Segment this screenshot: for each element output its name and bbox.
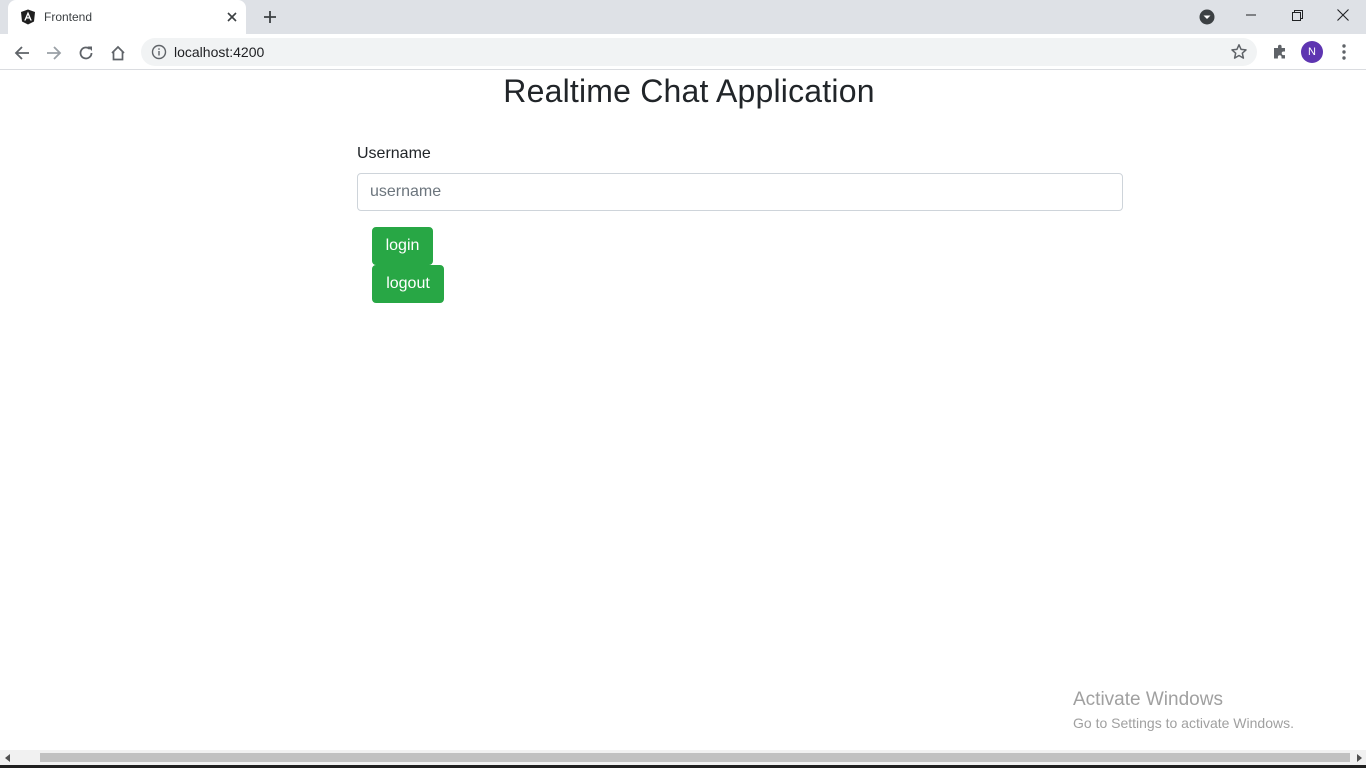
- browser-tab-active[interactable]: Frontend: [8, 0, 246, 34]
- window-close-button[interactable]: [1320, 0, 1366, 30]
- back-button[interactable]: [10, 41, 34, 65]
- more-vert-icon: [1342, 44, 1346, 60]
- activate-windows-watermark: Activate Windows Go to Settings to activ…: [1073, 689, 1294, 731]
- tab-strip: Frontend: [0, 0, 1366, 34]
- username-input[interactable]: [357, 173, 1123, 211]
- bookmark-star-icon[interactable]: [1230, 43, 1248, 61]
- tab-title: Frontend: [44, 10, 93, 24]
- tab-search-icon[interactable]: [1198, 8, 1216, 26]
- browser-toolbar: localhost:4200 N: [0, 34, 1366, 70]
- profile-avatar[interactable]: N: [1301, 41, 1323, 63]
- page-title: Realtime Chat Application: [503, 73, 875, 109]
- home-icon: [111, 45, 125, 61]
- extensions-puzzle-icon[interactable]: [1270, 42, 1290, 62]
- reload-button[interactable]: [74, 41, 98, 65]
- tab-close-button[interactable]: [224, 9, 240, 25]
- activate-windows-subtitle: Go to Settings to activate Windows.: [1073, 715, 1294, 731]
- kebab-menu-icon[interactable]: [1336, 42, 1352, 62]
- minimize-icon: [1246, 14, 1256, 16]
- plus-icon: [264, 11, 276, 23]
- url-text[interactable]: localhost:4200: [174, 44, 264, 60]
- scroll-left-button[interactable]: [0, 750, 15, 765]
- scroll-right-button[interactable]: [1351, 750, 1366, 765]
- close-icon: [227, 12, 237, 22]
- login-button[interactable]: login: [372, 227, 433, 265]
- horizontal-scrollbar[interactable]: [0, 750, 1366, 765]
- page-viewport: Realtime Chat Application Username login…: [0, 71, 1366, 750]
- home-button[interactable]: [106, 41, 130, 65]
- triangle-right-icon: [1356, 753, 1362, 762]
- restore-icon: [1291, 9, 1303, 21]
- new-tab-button[interactable]: [260, 7, 280, 27]
- close-icon: [1337, 9, 1349, 21]
- logout-button[interactable]: logout: [372, 265, 444, 303]
- activate-windows-title: Activate Windows: [1073, 689, 1223, 710]
- window-restore-button[interactable]: [1274, 0, 1320, 30]
- browser-window: Frontend localhost:4200 N Realtime Chat …: [0, 0, 1366, 768]
- triangle-left-icon: [4, 753, 10, 762]
- forward-button[interactable]: [42, 41, 66, 65]
- username-label: Username: [357, 145, 431, 162]
- arrow-right-icon: [47, 46, 62, 60]
- arrow-left-icon: [14, 46, 29, 60]
- reload-icon: [79, 46, 93, 60]
- window-minimize-button[interactable]: [1228, 0, 1274, 30]
- scrollbar-thumb[interactable]: [40, 753, 1350, 762]
- info-icon[interactable]: [151, 44, 167, 60]
- angular-icon: [21, 9, 35, 25]
- address-bar[interactable]: localhost:4200: [141, 38, 1257, 66]
